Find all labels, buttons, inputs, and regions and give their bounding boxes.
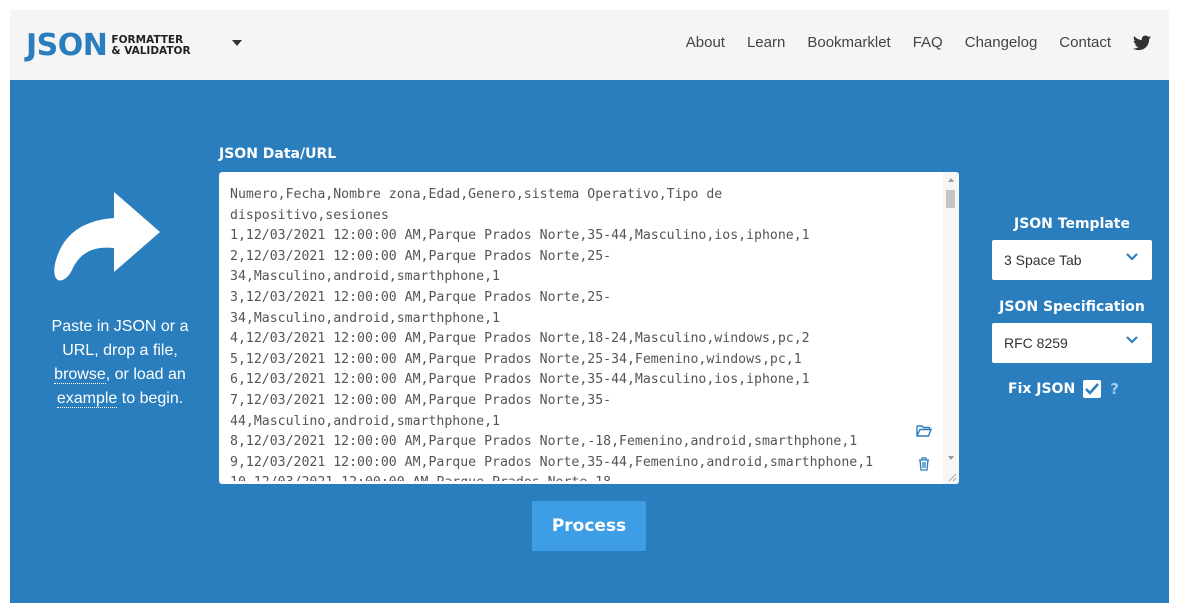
page-frame: JSON FORMATTER & VALIDATOR About Learn B… — [10, 10, 1169, 603]
fix-json-option: Fix JSON ? — [1008, 380, 1119, 398]
nav-learn[interactable]: Learn — [747, 34, 785, 51]
resize-handle-icon[interactable] — [947, 472, 957, 482]
fix-json-label: Fix JSON — [1008, 381, 1076, 397]
nav-changelog[interactable]: Changelog — [965, 34, 1038, 51]
twitter-icon[interactable] — [1133, 35, 1151, 51]
chevron-down-icon — [1126, 336, 1138, 344]
help-text: Paste in JSON or a URL, drop a file, bro… — [51, 318, 189, 408]
logo-line2: & VALIDATOR — [111, 45, 191, 57]
logo-subtitle: FORMATTER & VALIDATOR — [111, 35, 190, 57]
json-template-value: 3 Space Tab — [1004, 252, 1082, 268]
nav-about[interactable]: About — [686, 34, 725, 51]
top-nav: About Learn Bookmarklet FAQ Changelog Co… — [664, 34, 1151, 51]
json-template-select[interactable]: 3 Space Tab — [992, 240, 1152, 280]
json-specification-label: JSON Specification — [999, 299, 1145, 315]
logo-json-text: JSON — [26, 28, 108, 63]
caret-down-icon[interactable] — [232, 40, 242, 46]
browse-link[interactable]: browse — [54, 366, 106, 384]
json-data-content[interactable]: Numero,Fecha,Nombre zona,Edad,Genero,sis… — [230, 185, 930, 481]
json-data-label: JSON Data/URL — [219, 146, 337, 162]
json-specification-select[interactable]: RFC 8259 — [992, 323, 1152, 363]
nav-bookmarklet[interactable]: Bookmarklet — [807, 34, 890, 51]
scroll-down-icon[interactable] — [948, 456, 954, 460]
process-button[interactable]: Process — [532, 501, 646, 551]
nav-faq[interactable]: FAQ — [913, 34, 943, 51]
example-link[interactable]: example — [56, 390, 118, 408]
site-header: JSON FORMATTER & VALIDATOR About Learn B… — [10, 10, 1169, 80]
main-panel: Paste in JSON or a URL, drop a file, bro… — [10, 80, 1169, 603]
checkmark-icon — [1085, 383, 1100, 395]
folder-open-icon[interactable] — [916, 424, 932, 437]
fix-json-checkbox[interactable] — [1083, 380, 1102, 398]
redo-arrow-icon — [54, 192, 160, 281]
trash-icon[interactable] — [918, 457, 930, 471]
json-template-label: JSON Template — [1013, 216, 1130, 232]
json-data-textarea[interactable]: Numero,Fecha,Nombre zona,Edad,Genero,sis… — [219, 172, 959, 484]
editor-scrollbar[interactable] — [943, 172, 959, 484]
json-specification-value: RFC 8259 — [1004, 335, 1068, 351]
scroll-thumb[interactable] — [946, 190, 955, 208]
chevron-down-icon — [1126, 253, 1138, 261]
help-question-icon[interactable]: ? — [1110, 380, 1119, 398]
site-logo[interactable]: JSON FORMATTER & VALIDATOR — [26, 30, 191, 62]
scroll-up-icon[interactable] — [948, 178, 954, 182]
nav-contact[interactable]: Contact — [1059, 34, 1111, 51]
